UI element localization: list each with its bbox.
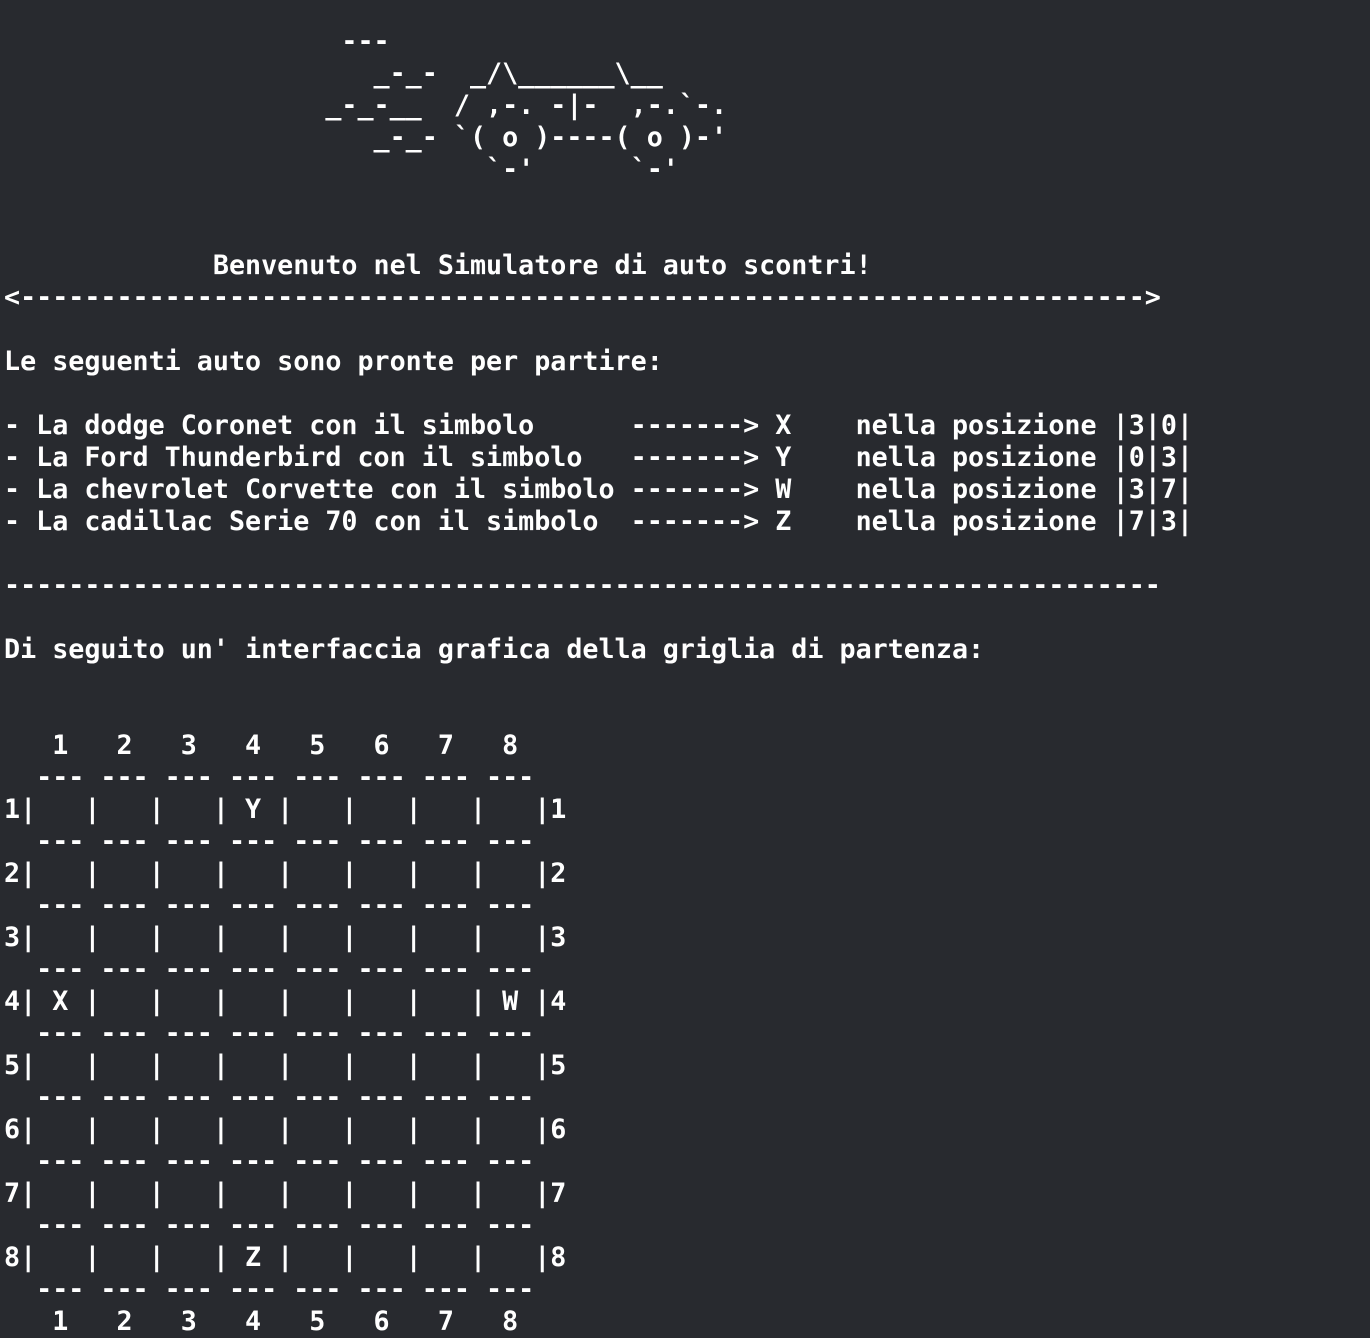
- car-art-line-2: _-_- _/\______\__: [4, 58, 663, 89]
- grid-separator: --- --- --- --- --- --- --- ---: [4, 1146, 535, 1177]
- car-entry-chevrolet: - La chevrolet Corvette con il simbolo -…: [4, 474, 1193, 505]
- grid-row-7: 7| | | | | | | | |7: [4, 1178, 567, 1209]
- dash-divider: ----------------------------------------…: [4, 570, 1161, 601]
- grid-row-3: 3| | | | | | | | |3: [4, 922, 567, 953]
- cars-ready-heading: Le seguenti auto sono pronte per partire…: [4, 346, 663, 377]
- car-entry-dodge: - La dodge Coronet con il simbolo ------…: [4, 410, 1193, 441]
- car-entry-ford: - La Ford Thunderbird con il simbolo ---…: [4, 442, 1193, 473]
- grid-row-6: 6| | | | | | | | |6: [4, 1114, 567, 1145]
- terminal-output: --- _-_- _/\______\__ _-_-__ / ,-. -|- ,…: [4, 26, 1193, 1338]
- grid-column-footer: 1 2 3 4 5 6 7 8: [4, 1306, 519, 1337]
- grid-separator: --- --- --- --- --- --- --- ---: [4, 954, 535, 985]
- grid-separator: --- --- --- --- --- --- --- ---: [4, 762, 535, 793]
- car-art-line-5: `-' `-': [4, 154, 679, 185]
- grid-row-2: 2| | | | | | | | |2: [4, 858, 567, 889]
- grid-row-4: 4| X | | | | | | | W |4: [4, 986, 567, 1017]
- grid-separator: --- --- --- --- --- --- --- ---: [4, 890, 535, 921]
- grid-separator: --- --- --- --- --- --- --- ---: [4, 1018, 535, 1049]
- grid-heading: Di seguito un' interfaccia grafica della…: [4, 634, 985, 665]
- grid-column-header: 1 2 3 4 5 6 7 8: [4, 730, 519, 761]
- grid-separator: --- --- --- --- --- --- --- ---: [4, 1210, 535, 1241]
- arrow-divider: <---------------------------------------…: [4, 282, 1161, 313]
- welcome-title: Benvenuto nel Simulatore di auto scontri…: [4, 250, 872, 281]
- car-entry-cadillac: - La cadillac Serie 70 con il simbolo --…: [4, 506, 1193, 537]
- grid-row-5: 5| | | | | | | | |5: [4, 1050, 567, 1081]
- grid-separator: --- --- --- --- --- --- --- ---: [4, 826, 535, 857]
- car-art-line-3: _-_-__ / ,-. -|- ,-.`-.: [4, 90, 728, 121]
- car-art-line-4: _-_- `( o )----( o )-': [4, 122, 728, 153]
- grid-row-1: 1| | | | Y | | | | |1: [4, 794, 567, 825]
- grid-separator: --- --- --- --- --- --- --- ---: [4, 1274, 535, 1305]
- grid-row-8: 8| | | | Z | | | | |8: [4, 1242, 567, 1273]
- car-art-line-1: ---: [4, 26, 390, 57]
- grid-separator: --- --- --- --- --- --- --- ---: [4, 1082, 535, 1113]
